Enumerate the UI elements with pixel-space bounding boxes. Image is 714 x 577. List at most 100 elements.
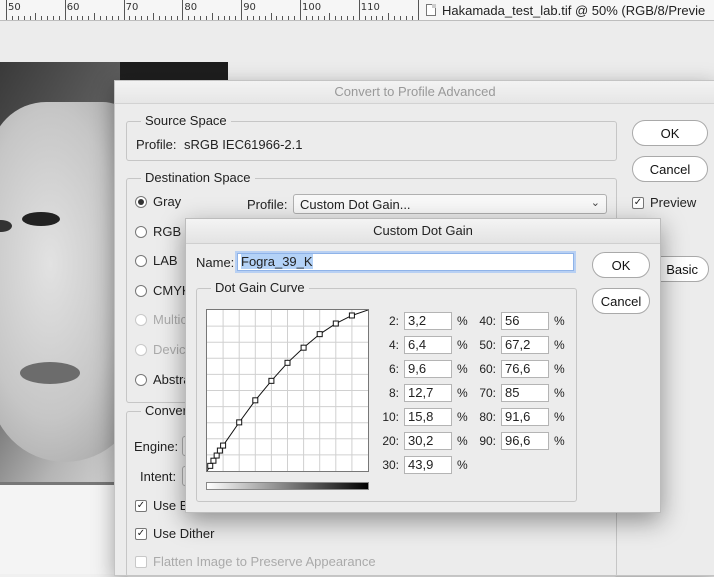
ruler-minor-tick <box>47 16 49 20</box>
ruler-minor-tick <box>111 16 113 20</box>
use-dither-checkbox[interactable]: ✓ Use Dither <box>135 526 214 541</box>
ruler-minor-tick <box>117 16 119 20</box>
dot-gain-field-input[interactable]: 30,2 <box>404 432 452 450</box>
radio-circle <box>135 373 147 386</box>
document-title-bar: Hakamada_test_lab.tif @ 50% (RGB/8/Previ… <box>420 0 714 20</box>
dot-gain-curve-title: Dot Gain Curve <box>211 280 309 295</box>
destination-mode-radio[interactable]: RGB <box>135 224 181 239</box>
ruler-minor-tick <box>211 13 213 20</box>
curve-control-point[interactable] <box>268 377 275 384</box>
ok-button[interactable]: OK <box>632 120 708 146</box>
destination-profile-select[interactable]: Custom Dot Gain... ⌄ <box>293 194 607 214</box>
preview-checkbox[interactable]: ✓ Preview <box>632 195 696 210</box>
dot-gain-field-input[interactable]: 12,7 <box>404 384 452 402</box>
ruler-minor-tick <box>405 16 407 20</box>
ruler-label: 60 <box>66 2 80 13</box>
gray-ramp-bar <box>206 482 369 490</box>
ruler-minor-tick <box>23 16 25 20</box>
ruler-minor-tick <box>70 16 72 20</box>
percent-sign: % <box>554 314 565 328</box>
destination-mode-radio[interactable]: CMYK <box>135 283 191 298</box>
destination-mode-radio[interactable]: LAB <box>135 253 178 268</box>
name-input[interactable]: Fogra_39_K <box>237 253 574 271</box>
ruler-minor-tick <box>376 16 378 20</box>
dot-gain-field-input[interactable]: 67,2 <box>501 336 549 354</box>
dot-gain-ok-button[interactable]: OK <box>592 252 650 278</box>
dot-gain-field-label: 70: <box>479 386 496 400</box>
dot-gain-field-label: 10: <box>382 410 399 424</box>
ruler-minor-tick <box>11 16 13 20</box>
ruler-minor-tick <box>294 16 296 20</box>
destination-mode-label: Gray <box>153 194 182 209</box>
intent-label: Intent: <box>140 469 177 484</box>
dot-gain-curve-graph[interactable] <box>206 309 369 472</box>
dot-gain-field-input[interactable]: 6,4 <box>404 336 452 354</box>
dot-gain-cancel-button[interactable]: Cancel <box>592 288 650 314</box>
checkmark-icon: ✓ <box>135 499 147 512</box>
destination-mode-radio[interactable]: Multic <box>135 312 187 327</box>
dot-gain-field-input[interactable]: 76,6 <box>501 360 549 378</box>
ruler-minor-tick <box>370 16 372 20</box>
curve-control-point[interactable] <box>316 331 323 338</box>
ruler-minor-tick <box>288 16 290 20</box>
flatten-image-checkbox[interactable]: Flatten Image to Preserve Appearance <box>135 554 376 569</box>
curve-control-point[interactable] <box>207 462 214 469</box>
ruler-minor-tick <box>29 16 31 20</box>
ruler-minor-tick <box>158 16 160 20</box>
curve-control-point[interactable] <box>300 344 307 351</box>
curve-control-point[interactable] <box>284 359 291 366</box>
curve-control-point[interactable] <box>252 397 259 404</box>
ruler-minor-tick <box>41 16 43 20</box>
dot-gain-field-input[interactable]: 3,2 <box>404 312 452 330</box>
dot-gain-field-input[interactable]: 15,8 <box>404 408 452 426</box>
curve-control-point[interactable] <box>210 457 217 464</box>
destination-mode-label: RGB <box>153 224 182 239</box>
curve-control-point[interactable] <box>220 442 227 449</box>
destination-mode-label: LAB <box>153 253 178 268</box>
dot-gain-field-label: 20: <box>382 434 399 448</box>
dot-gain-field-label: 40: <box>479 314 496 328</box>
dot-gain-field-input[interactable]: 96,6 <box>501 432 549 450</box>
dot-gain-field-input[interactable]: 56 <box>501 312 549 330</box>
ruler-major-tick <box>417 0 419 20</box>
ruler-minor-tick <box>347 16 349 20</box>
dot-gain-field-input[interactable]: 9,6 <box>404 360 452 378</box>
ruler-minor-tick <box>258 16 260 20</box>
ruler-label: 80 <box>184 2 198 13</box>
source-profile-value: sRGB IEC61966-2.1 <box>184 137 303 152</box>
dot-gain-field-input[interactable]: 43,9 <box>404 456 452 474</box>
curve-control-point[interactable] <box>332 320 339 327</box>
ruler-minor-tick <box>247 16 249 20</box>
radio-circle <box>135 195 147 208</box>
flatten-image-label: Flatten Image to Preserve Appearance <box>153 554 376 569</box>
dot-gain-field-input[interactable]: 91,6 <box>501 408 549 426</box>
ruler-minor-tick <box>35 13 37 20</box>
curve-control-point[interactable] <box>348 312 355 319</box>
dot-gain-field-label: 2: <box>388 314 399 328</box>
radio-circle <box>135 254 147 267</box>
ruler-label: 100 <box>302 2 322 13</box>
destination-mode-radio[interactable]: Gray <box>135 194 181 209</box>
curve-control-point[interactable] <box>216 447 223 454</box>
dot-gain-field-input[interactable]: 85 <box>501 384 549 402</box>
ruler-minor-tick <box>135 16 137 20</box>
cancel-button[interactable]: Cancel <box>632 156 708 182</box>
checkmark-icon: ✓ <box>135 527 147 540</box>
ruler-minor-tick <box>341 16 343 20</box>
ruler-major-tick <box>123 0 125 20</box>
dot-gain-field-label: 50: <box>479 338 496 352</box>
dot-gain-field-label: 90: <box>479 434 496 448</box>
ruler-minor-tick <box>100 16 102 20</box>
preview-label: Preview <box>650 195 697 210</box>
destination-mode-radio[interactable]: Abstra <box>135 372 191 387</box>
curve-control-point[interactable] <box>236 419 243 426</box>
use-bpc-checkbox[interactable]: ✓ Use B <box>135 498 188 513</box>
curve-control-point[interactable] <box>213 452 220 459</box>
ruler-minor-tick <box>311 16 313 20</box>
destination-mode-label: Multic <box>153 312 187 327</box>
ruler-label: 110 <box>360 2 380 13</box>
source-profile-label: Profile: <box>136 137 177 152</box>
ruler-minor-tick <box>194 16 196 20</box>
use-bpc-label: Use B <box>153 498 189 513</box>
ruler-minor-tick <box>382 16 384 20</box>
